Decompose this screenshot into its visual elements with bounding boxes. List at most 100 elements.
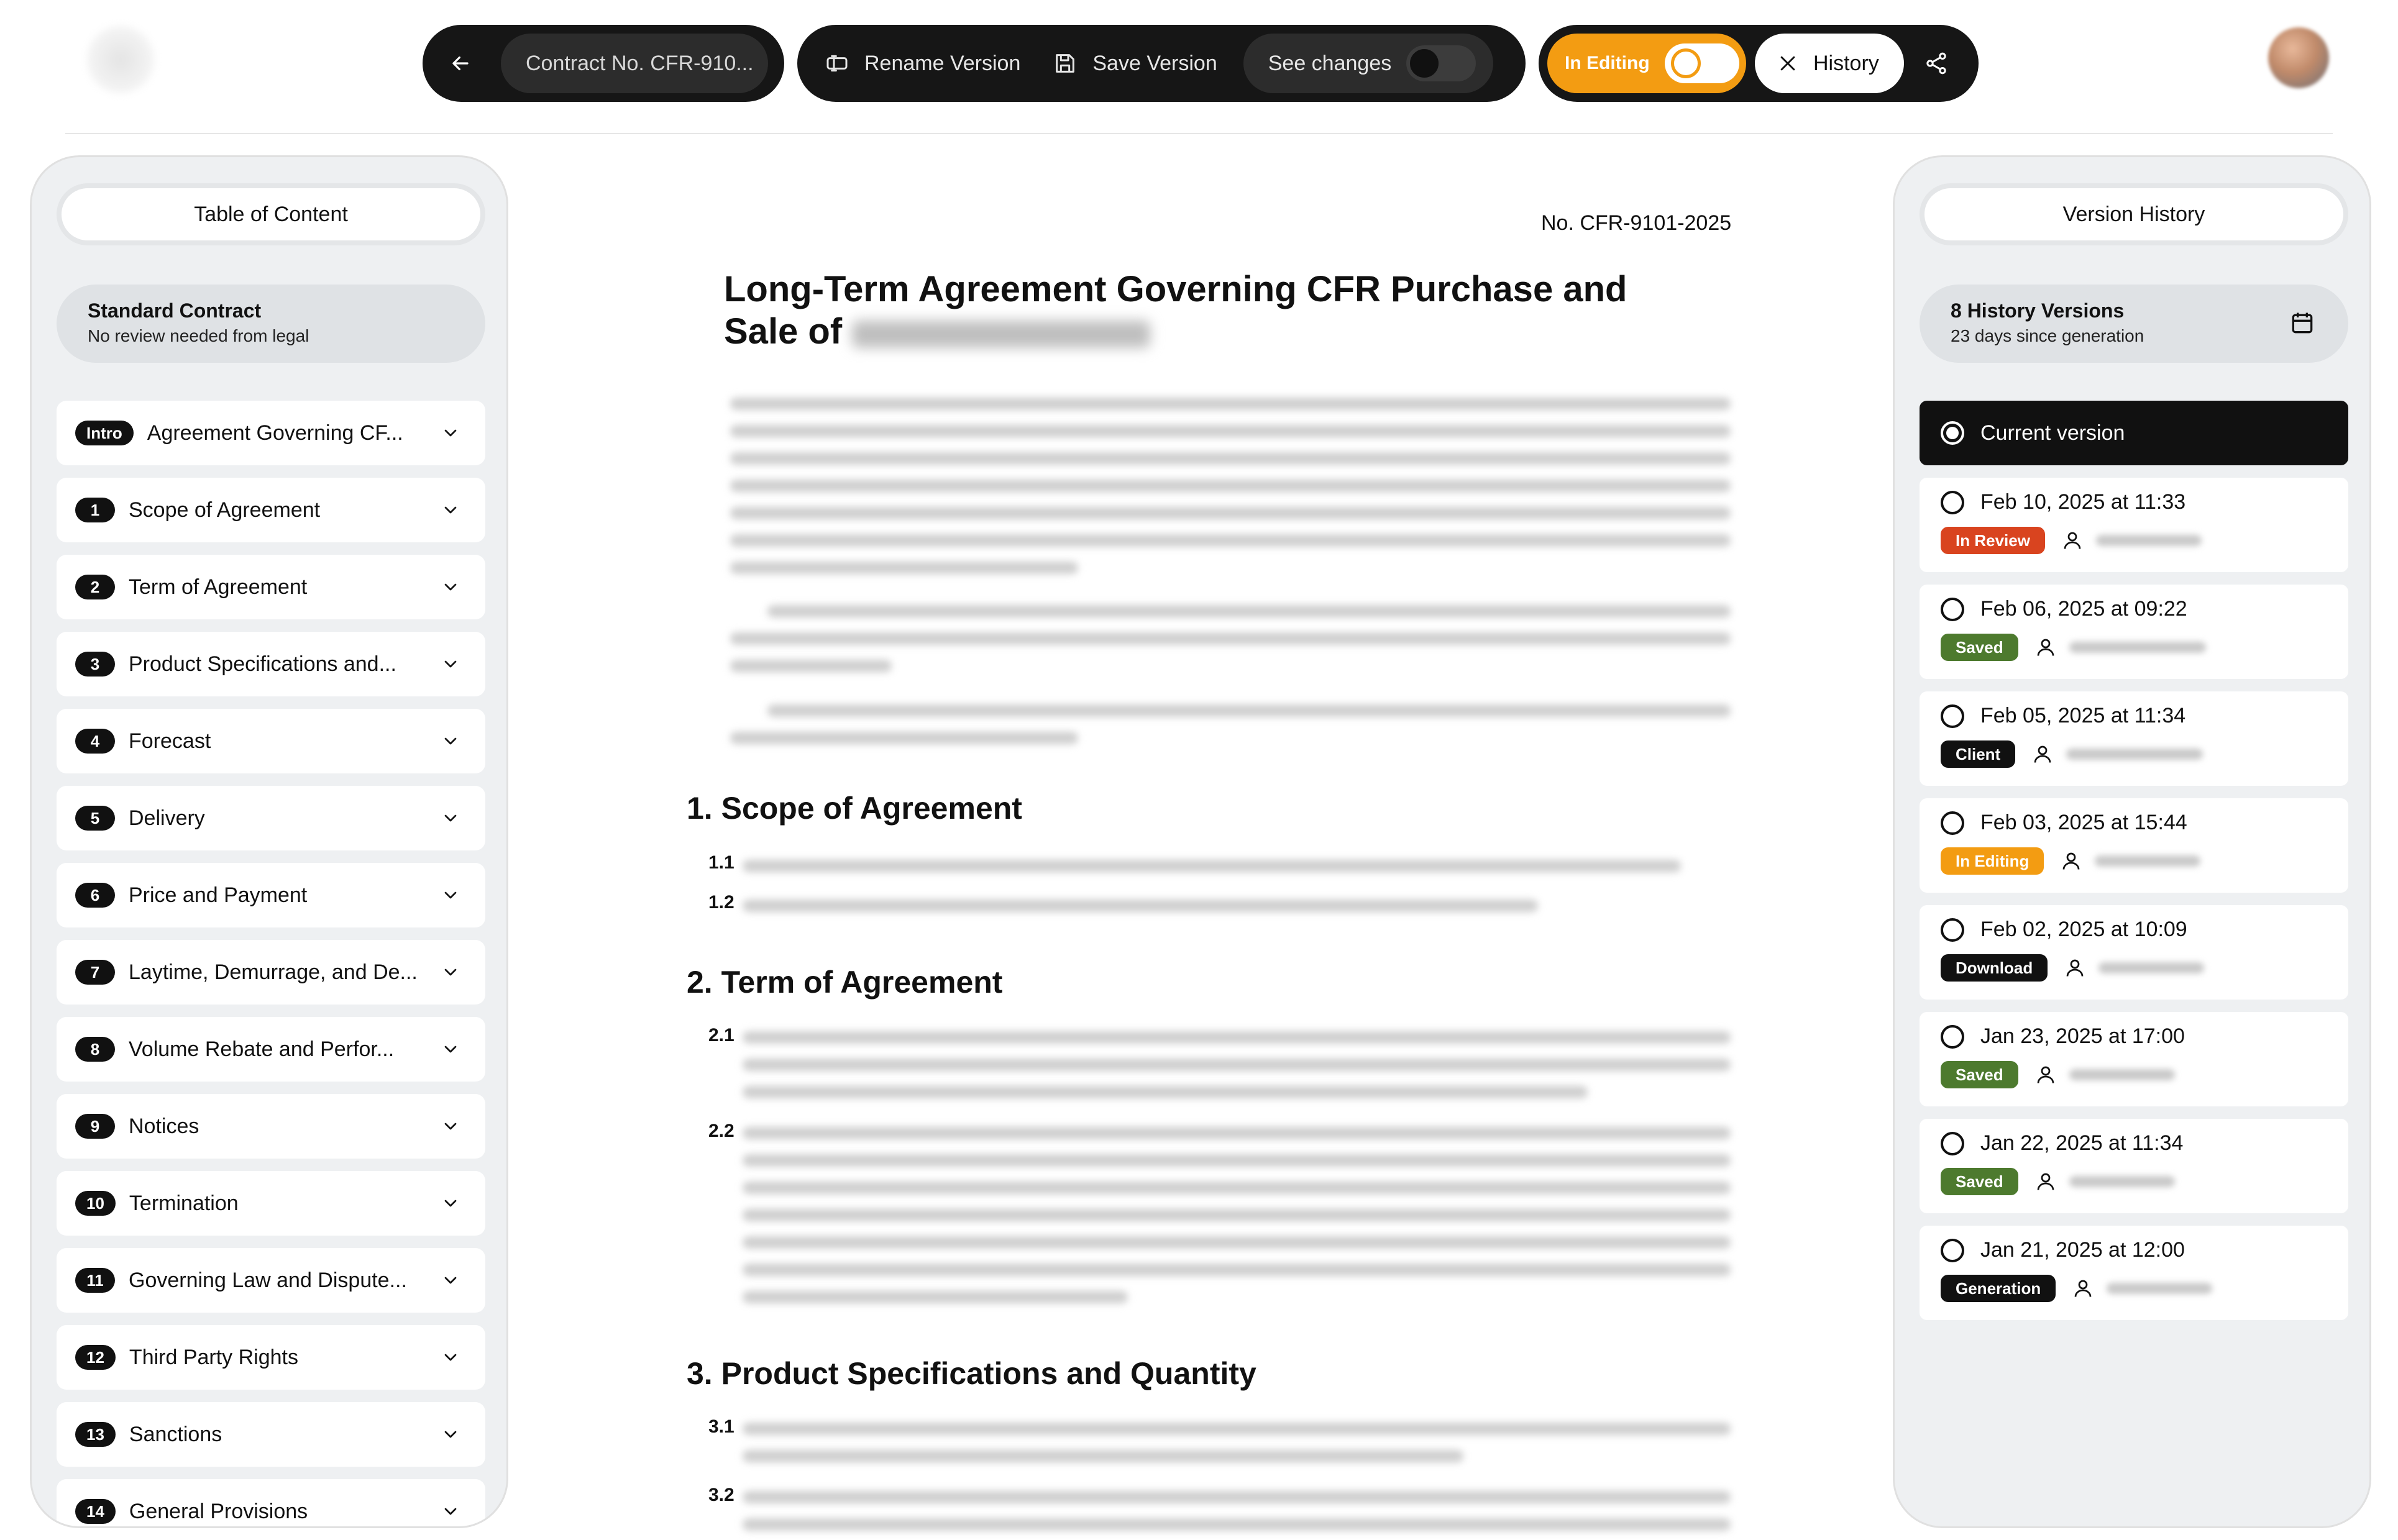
toc-item[interactable]: 4 Forecast (57, 709, 485, 773)
toc-item-number: 10 (75, 1191, 116, 1216)
version-item[interactable]: Feb 03, 2025 at 15:44 In Editing (1920, 798, 2348, 893)
toc-item[interactable]: 1 Scope of Agreement (57, 478, 485, 542)
user-avatar[interactable] (2268, 27, 2329, 88)
toc-item-number: 1 (75, 498, 115, 522)
contract-label: Contract No. CFR-910... (526, 51, 754, 75)
toc-item-label: General Provisions (129, 1499, 308, 1523)
redacted-product-name (852, 320, 1151, 348)
version-meta: In Review (1941, 527, 2327, 554)
close-icon (1780, 56, 1795, 71)
redacted-author (2095, 855, 2201, 867)
back-button[interactable] (423, 25, 498, 102)
in-editing-toggle[interactable]: In Editing (1547, 34, 1746, 93)
current-version-item[interactable]: Current version (1920, 401, 2348, 465)
redacted-text (743, 1086, 1588, 1098)
rename-version-button[interactable]: Rename Version (808, 34, 1037, 93)
see-changes-toggle[interactable]: See changes (1243, 34, 1494, 93)
redacted-text (730, 507, 1731, 519)
toc-item[interactable]: 2 Term of Agreement (57, 555, 485, 619)
toc-item[interactable]: 10 Termination (57, 1171, 485, 1236)
toc-item-label: Delivery (129, 806, 205, 830)
version-list: Current version Feb 10, 2025 at 11:33 In … (1920, 401, 2348, 1333)
radio-icon[interactable] (1941, 1238, 1964, 1262)
redacted-text (730, 632, 1731, 645)
redacted-text (767, 704, 1731, 717)
user-icon (2037, 1173, 2054, 1190)
clause-number: 1.1 (708, 852, 735, 873)
version-item[interactable]: Jan 23, 2025 at 17:00 Saved (1920, 1012, 2348, 1106)
version-item[interactable]: Feb 10, 2025 at 11:33 In Review (1920, 478, 2348, 572)
document-title: Long-Term Agreement Governing CFR Purcha… (724, 268, 1693, 353)
toc-item-number: 3 (75, 652, 115, 677)
chevron-down-icon (444, 1354, 457, 1361)
calendar-icon[interactable] (2289, 309, 2316, 337)
redacted-text (743, 1059, 1731, 1071)
save-version-button[interactable]: Save Version (1037, 34, 1233, 93)
share-button[interactable] (1904, 34, 1969, 93)
version-status-badge: In Review (1941, 527, 2045, 554)
history-button[interactable]: History (1755, 34, 1904, 93)
radio-icon[interactable] (1941, 918, 1964, 942)
version-item[interactable]: Feb 02, 2025 at 10:09 Download (1920, 905, 2348, 1000)
version-row: Jan 21, 2025 at 12:00 (1941, 1238, 2327, 1262)
redacted-text (743, 1450, 1463, 1462)
radio-icon[interactable] (1941, 1131, 1964, 1155)
user-icon (2066, 959, 2084, 977)
toc-item[interactable]: 9 Notices (57, 1094, 485, 1159)
toc-item[interactable]: 7 Laytime, Demurrage, and De... (57, 940, 485, 1005)
version-date: Feb 05, 2025 at 11:34 (1980, 704, 2186, 727)
redacted-author (2069, 1069, 2175, 1080)
clause-number: 2.2 (708, 1121, 735, 1141)
version-item[interactable]: Feb 05, 2025 at 11:34 Client (1920, 691, 2348, 786)
app-logo[interactable] (87, 26, 154, 93)
toc-item-label: Agreement Governing CF... (147, 421, 403, 445)
arrow-left-icon (452, 56, 469, 71)
toc-item-number: 8 (75, 1037, 115, 1062)
contract-selector[interactable]: Contract No. CFR-910... (501, 34, 768, 93)
radio-icon[interactable] (1941, 1024, 1964, 1049)
contract-type-card: Standard Contract No review needed from … (57, 285, 485, 363)
version-meta: Generation (1941, 1275, 2327, 1302)
section-heading: 3. Product Specifications and Quantity (687, 1356, 1256, 1391)
radio-icon[interactable] (1941, 811, 1964, 835)
version-item[interactable]: Feb 06, 2025 at 09:22 Saved (1920, 585, 2348, 679)
version-item[interactable]: Jan 21, 2025 at 12:00 Generation (1920, 1226, 2348, 1320)
toc-item-number: 5 (75, 806, 115, 831)
redacted-author (2107, 1283, 2213, 1294)
redacted-text (730, 480, 1731, 492)
document-number: No. CFR-9101-2025 (1541, 211, 1732, 235)
redacted-text (743, 1291, 1128, 1303)
version-meta: Saved (1941, 1168, 2327, 1195)
toc-item[interactable]: 12 Third Party Rights (57, 1325, 485, 1390)
see-changes-label: See changes (1268, 51, 1392, 75)
toc-item[interactable]: 5 Delivery (57, 786, 485, 850)
toc-item[interactable]: 3 Product Specifications and... (57, 632, 485, 696)
redacted-text (743, 1264, 1731, 1276)
toc-item-label: Sanctions (129, 1422, 222, 1446)
toc-item[interactable]: Intro Agreement Governing CF... (57, 401, 485, 465)
clause-number: 1.2 (708, 892, 735, 913)
see-changes-switch[interactable] (1406, 45, 1476, 81)
version-meta: In Editing (1941, 847, 2327, 875)
radio-icon[interactable] (1941, 704, 1964, 728)
toc-item[interactable]: 14 General Provisions (57, 1479, 485, 1526)
rename-icon (826, 55, 848, 72)
toc-list: Intro Agreement Governing CF... 1 Scope of … (57, 401, 485, 1526)
toc-item[interactable]: 11 Governing Law and Dispute... (57, 1248, 485, 1313)
toc-item[interactable]: 13 Sanctions (57, 1402, 485, 1467)
toc-item[interactable]: 8 Volume Rebate and Perfor... (57, 1017, 485, 1082)
radio-icon[interactable] (1941, 597, 1964, 621)
in-editing-label: In Editing (1565, 53, 1650, 73)
redacted-text (743, 860, 1681, 872)
toc-item[interactable]: 6 Price and Payment (57, 863, 485, 927)
toc-item-label: Governing Law and Dispute... (129, 1268, 407, 1292)
redacted-text (743, 1491, 1731, 1503)
redacted-author (2098, 962, 2205, 973)
version-item[interactable]: Jan 22, 2025 at 11:34 Saved (1920, 1119, 2348, 1213)
version-row: Jan 22, 2025 at 11:34 (1941, 1131, 2327, 1155)
redacted-text (730, 534, 1731, 547)
chevron-down-icon (444, 506, 457, 514)
contract-type-subtitle: No review needed from legal (88, 326, 309, 345)
radio-icon[interactable] (1941, 490, 1964, 514)
in-editing-switch[interactable] (1664, 43, 1739, 83)
